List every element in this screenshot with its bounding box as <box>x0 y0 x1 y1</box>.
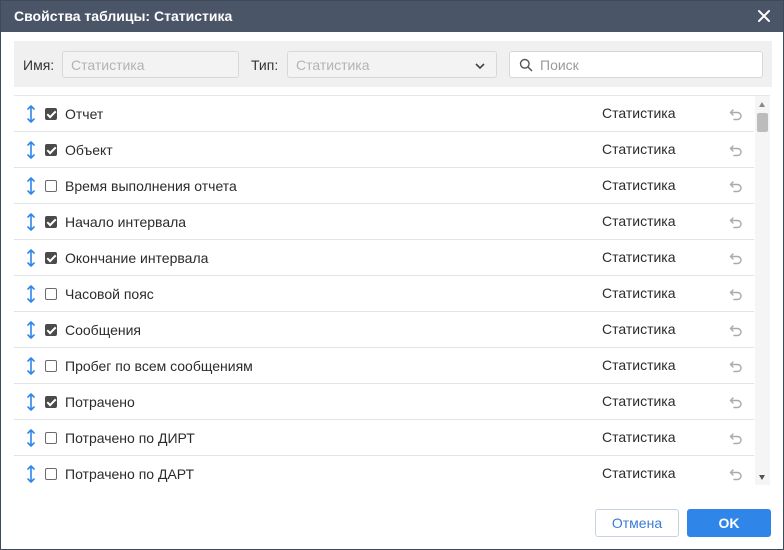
drag-handle-icon[interactable] <box>25 212 37 232</box>
undo-icon[interactable] <box>729 395 743 409</box>
ok-button[interactable]: OK <box>687 509 771 537</box>
row-checkbox[interactable] <box>45 432 57 444</box>
dialog-title: Свойства таблицы: Статистика <box>14 8 233 24</box>
table-row[interactable]: Потрачено по ДИРТ Статистика <box>14 420 754 456</box>
table-row[interactable]: Время выполнения отчета Статистика <box>14 168 754 204</box>
row-name: Потрачено по ДИРТ <box>65 430 195 446</box>
drag-handle-icon[interactable] <box>25 356 37 376</box>
row-type: Статистика <box>602 465 676 481</box>
row-name: Начало интервала <box>65 214 187 230</box>
table-row[interactable]: Потрачено Статистика <box>14 384 754 420</box>
row-name: Окончание интервала <box>65 250 209 266</box>
name-field-value: Статистика <box>71 57 145 73</box>
undo-icon[interactable] <box>729 323 743 337</box>
row-type: Статистика <box>602 105 676 121</box>
search-input[interactable]: Поиск <box>509 51 763 78</box>
row-name: Потрачено <box>65 394 135 410</box>
row-name: Пробег по всем сообщениям <box>65 358 253 374</box>
scroll-down-icon[interactable] <box>759 475 765 480</box>
row-checkbox[interactable] <box>45 360 57 372</box>
undo-icon[interactable] <box>729 179 743 193</box>
row-checkbox[interactable] <box>45 216 57 228</box>
table-properties-dialog: Свойства таблицы: Статистика Имя: Статис… <box>0 0 784 550</box>
drag-handle-icon[interactable] <box>25 104 37 124</box>
drag-handle-icon[interactable] <box>25 248 37 268</box>
drag-handle-icon[interactable] <box>25 428 37 448</box>
filter-bar: Имя: Статистика Тип: Статистика Поиск <box>14 41 772 87</box>
drag-handle-icon[interactable] <box>25 464 37 484</box>
row-type: Статистика <box>602 141 676 157</box>
cancel-button[interactable]: Отмена <box>595 509 679 537</box>
row-type: Статистика <box>602 429 676 445</box>
type-select: Статистика <box>287 51 497 78</box>
drag-handle-icon[interactable] <box>25 284 37 304</box>
title-bar: Свойства таблицы: Статистика <box>1 1 783 32</box>
row-type: Статистика <box>602 393 676 409</box>
row-checkbox[interactable] <box>45 180 57 192</box>
drag-handle-icon[interactable] <box>25 320 37 340</box>
row-name: Отчет <box>65 106 104 122</box>
name-field: Статистика <box>62 51 239 78</box>
undo-icon[interactable] <box>729 107 743 121</box>
row-name: Потрачено по ДАРТ <box>65 466 195 482</box>
table-row[interactable]: Потрачено по ДАРТ Статистика <box>14 456 754 485</box>
table-row[interactable]: Сообщения Статистика <box>14 312 754 348</box>
chevron-down-icon <box>474 59 486 75</box>
row-checkbox[interactable] <box>45 108 57 120</box>
scroll-up-icon[interactable] <box>759 102 765 107</box>
table-row[interactable]: Пробег по всем сообщениям Статистика <box>14 348 754 384</box>
row-name: Сообщения <box>65 322 141 338</box>
row-type: Статистика <box>602 357 676 373</box>
drag-handle-icon[interactable] <box>25 176 37 196</box>
scrollbar-thumb[interactable] <box>757 113 768 132</box>
close-icon[interactable] <box>753 5 775 27</box>
row-checkbox[interactable] <box>45 252 57 264</box>
undo-icon[interactable] <box>729 287 743 301</box>
row-checkbox[interactable] <box>45 468 57 480</box>
row-checkbox[interactable] <box>45 396 57 408</box>
row-type: Статистика <box>602 177 676 193</box>
drag-handle-icon[interactable] <box>25 392 37 412</box>
table-row[interactable]: Часовой пояс Статистика <box>14 276 754 312</box>
columns-list: Отчет Статистика Объект Статистика Время вып… <box>14 95 770 485</box>
undo-icon[interactable] <box>729 359 743 373</box>
name-label: Имя: <box>23 57 55 73</box>
undo-icon[interactable] <box>729 467 743 481</box>
drag-handle-icon[interactable] <box>25 140 37 160</box>
undo-icon[interactable] <box>729 143 743 157</box>
row-name: Часовой пояс <box>65 286 154 302</box>
table-row[interactable]: Объект Статистика <box>14 132 754 168</box>
table-row[interactable]: Начало интервала Статистика <box>14 204 754 240</box>
type-select-value: Статистика <box>296 57 370 73</box>
row-checkbox[interactable] <box>45 288 57 300</box>
row-type: Статистика <box>602 213 676 229</box>
row-name: Объект <box>65 142 113 158</box>
undo-icon[interactable] <box>729 431 743 445</box>
table-row[interactable]: Окончание интервала Статистика <box>14 240 754 276</box>
search-placeholder: Поиск <box>540 57 579 73</box>
type-label: Тип: <box>251 57 279 73</box>
row-checkbox[interactable] <box>45 324 57 336</box>
row-type: Статистика <box>602 249 676 265</box>
row-checkbox[interactable] <box>45 144 57 156</box>
undo-icon[interactable] <box>729 251 743 265</box>
row-name: Время выполнения отчета <box>65 178 237 194</box>
table-row[interactable]: Отчет Статистика <box>14 96 754 132</box>
row-type: Статистика <box>602 321 676 337</box>
undo-icon[interactable] <box>729 215 743 229</box>
scrollbar[interactable] <box>755 96 770 485</box>
row-type: Статистика <box>602 285 676 301</box>
